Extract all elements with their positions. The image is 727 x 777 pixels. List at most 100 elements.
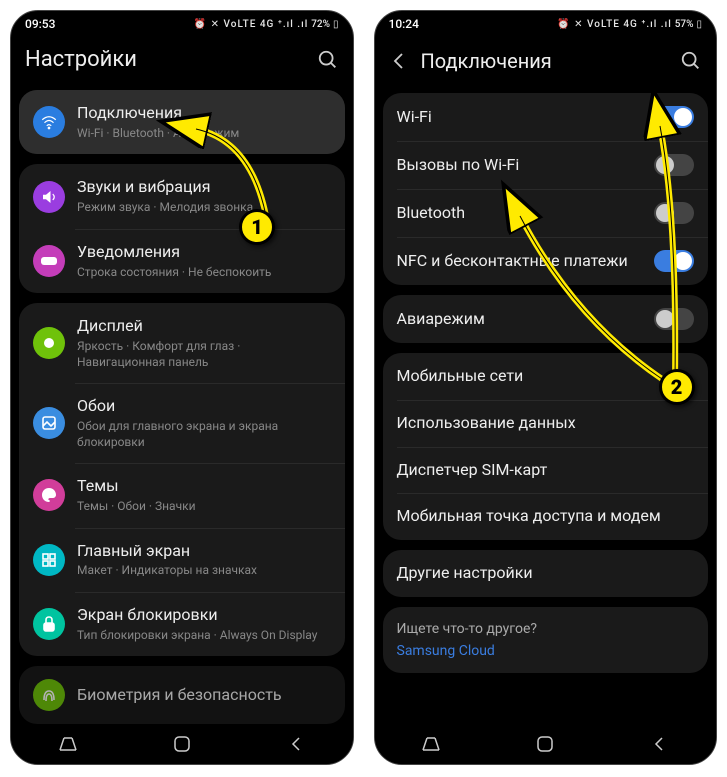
settings-row[interactable]: Уведомления Строка состояния · Не беспоко… [19,229,345,293]
row-title: Главный экран [77,541,331,562]
navbar [11,724,353,764]
nav-recent[interactable] [38,736,98,752]
settings-row[interactable]: Подключения Wi-Fi · Bluetooth · Авиарежим [19,90,345,154]
looking-for-link[interactable]: Samsung Cloud [397,643,695,659]
settings-row[interactable]: ДисплейЯркость · Комфорт для глаз · Нави… [19,303,345,383]
row-title: Авиарежим [397,309,655,330]
row-subtitle: Темы · Обои · Значки [77,499,331,515]
row-title: NFC и бесконтактные платежи [397,251,655,272]
row-subtitle: Тип блокировки экрана · Always On Displa… [77,628,331,644]
row-title: Bluetooth [397,203,655,224]
row-title: Мобильная точка доступа и модем [397,506,695,527]
row-title: Темы [77,476,331,497]
row-title: Подключения [77,103,331,124]
search-icon[interactable] [317,49,339,71]
row-title: Диспетчер SIM-карт [397,460,695,481]
row-subtitle: Обои для главного экрана и экрана блокир… [77,419,331,450]
navbar [375,724,717,764]
settings-group: Подключения Wi-Fi · Bluetooth · Авиарежим [19,90,345,154]
row-title: Wi-Fi [397,107,655,128]
connections-row[interactable]: Мобильные сети [383,353,709,400]
settings-row[interactable]: Звуки и вибрация Режим звука · Мелодия зв… [19,164,345,228]
row-title: Уведомления [77,242,331,263]
statusbar: 09:53 ⏰ ✕ VoLTE 4G ⁺.ıl .ıl 72% ▯ [11,11,353,37]
row-title: Мобильные сети [397,366,695,387]
toggle-switch[interactable] [654,250,694,272]
wifi-icon [33,106,65,138]
row-title: Экран блокировки [77,605,331,626]
row-title: Другие настройки [397,563,695,584]
settings-row[interactable]: Экран блокировки Тип блокировки экрана · … [19,592,345,656]
row-title: Звуки и вибрация [77,177,331,198]
phone-left: 09:53 ⏰ ✕ VoLTE 4G ⁺.ıl .ıl 72% ▯ Настро… [10,10,354,765]
connections-row[interactable]: NFC и бесконтактные платежи [383,237,709,285]
connections-list[interactable]: Wi-Fi Вызовы по Wi-Fi Bluetooth NFC и беско… [375,93,717,728]
settings-row[interactable]: Биометрия и безопасность [19,666,345,724]
status-icons: ⏰ ✕ VoLTE 4G ⁺.ıl .ıl [194,19,309,30]
row-title: Дисплей [77,316,331,337]
row-subtitle: Строка состояния · Не беспокоить [77,265,331,281]
search-icon[interactable] [680,50,702,72]
settings-row[interactable]: Главный экранМакет · Индикаторы на значк… [19,528,345,592]
lock-icon [33,608,65,640]
battery-pct: 57% [675,19,694,30]
battery-pct: 72% [311,19,330,30]
row-subtitle: Макет · Индикаторы на значках [77,563,331,579]
settings-group: ДисплейЯркость · Комфорт для глаз · Нави… [19,303,345,656]
connections-row[interactable]: Диспетчер SIM-карт [383,447,709,494]
phone-right: 10:24 ⏰ ✕ VoLTE 4G ⁺.ıl .ıl 57% ▯ Подклю… [374,10,718,765]
connections-group: Другие настройки [383,550,709,597]
row-subtitle: Wi-Fi · Bluetooth · Авиарежим [77,126,331,142]
back-button[interactable] [385,47,413,75]
sound-icon [33,181,65,213]
wallpaper-icon [33,407,65,439]
toggle-switch[interactable] [654,308,694,330]
looking-for-block: Ищете что-то другое? Samsung Cloud [383,607,709,673]
nav-back[interactable] [266,736,326,752]
home-icon [33,544,65,576]
nav-back[interactable] [629,736,689,752]
toggle-switch[interactable] [654,106,694,128]
row-subtitle: Режим звука · Мелодия звонка [77,200,331,216]
settings-row[interactable]: ОбоиОбои для главного экрана и экрана бл… [19,383,345,463]
battery-icon: ▯ [333,19,339,30]
connections-row[interactable]: Вызовы по Wi-Fi [383,141,709,189]
settings-group: Звуки и вибрация Режим звука · Мелодия зв… [19,164,345,293]
header: Настройки [11,37,353,90]
nav-recent[interactable] [401,736,461,752]
status-right: ⏰ ✕ VoLTE 4G ⁺.ıl .ıl 57% ▯ [557,19,702,30]
nav-home[interactable] [152,735,212,753]
settings-group: Биометрия и безопасность [19,666,345,724]
row-subtitle: Яркость · Комфорт для глаз · Навигационн… [77,339,331,370]
looking-for-question: Ищете что-то другое? [397,621,695,637]
themes-icon [33,479,65,511]
status-icons: ⏰ ✕ VoLTE 4G ⁺.ıl .ıl [557,19,672,30]
page-title: Подключения [421,49,681,73]
connections-row[interactable]: Использование данных [383,400,709,447]
connections-row[interactable]: Мобильная точка доступа и модем [383,493,709,540]
toggle-switch[interactable] [654,154,694,176]
nav-home[interactable] [515,735,575,753]
row-title: Обои [77,396,331,417]
status-time: 10:24 [389,17,419,31]
connections-group: Мобильные сети Использование данных Диспет… [383,353,709,540]
biometry-icon [33,679,65,711]
notif-icon [33,245,65,277]
settings-row[interactable]: Темы Темы · Обои · Значки [19,463,345,527]
connections-row[interactable]: Bluetooth [383,189,709,237]
status-right: ⏰ ✕ VoLTE 4G ⁺.ıl .ıl 72% ▯ [194,19,339,30]
row-title: Вызовы по Wi-Fi [397,155,655,176]
row-title: Использование данных [397,413,695,434]
connections-group: Wi-Fi Вызовы по Wi-Fi Bluetooth NFC и беско… [383,93,709,285]
battery-icon: ▯ [696,19,702,30]
connections-row[interactable]: Wi-Fi [383,93,709,141]
display-icon [33,327,65,359]
connections-group: Авиарежим [383,295,709,343]
connections-row[interactable]: Другие настройки [383,550,709,597]
settings-list[interactable]: Подключения Wi-Fi · Bluetooth · Авиарежим… [11,90,353,725]
row-title: Биометрия и безопасность [77,685,331,706]
connections-row[interactable]: Авиарежим [383,295,709,343]
status-time: 09:53 [25,17,55,31]
toggle-switch[interactable] [654,202,694,224]
statusbar: 10:24 ⏰ ✕ VoLTE 4G ⁺.ıl .ıl 57% ▯ [375,11,717,37]
